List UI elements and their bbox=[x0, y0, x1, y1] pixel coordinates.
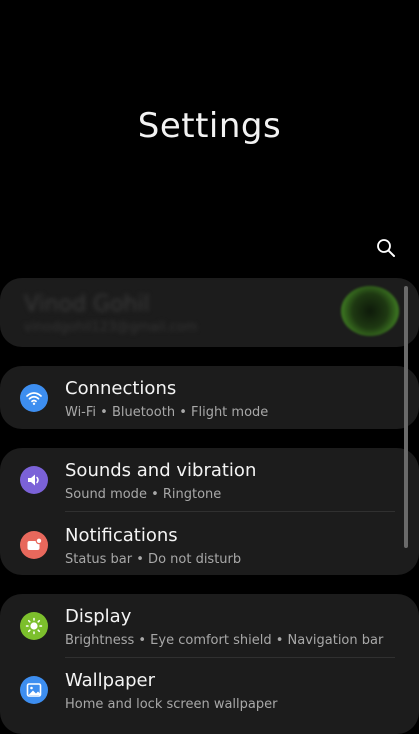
wifi-icon bbox=[20, 384, 48, 412]
search-icon bbox=[377, 239, 395, 257]
settings-item-subtitle: Status bar • Do not disturb bbox=[65, 552, 242, 567]
settings-item-subtitle: Sound mode • Ringtone bbox=[65, 487, 222, 502]
settings-item-sounds[interactable]: Sounds and vibration Sound mode • Ringto… bbox=[0, 448, 419, 510]
scrollbar[interactable] bbox=[404, 286, 408, 548]
settings-item-subtitle: Brightness • Eye comfort shield • Naviga… bbox=[65, 633, 384, 648]
settings-item-title: Display bbox=[65, 606, 132, 627]
settings-item-connections[interactable]: Connections Wi-Fi • Bluetooth • Flight m… bbox=[0, 366, 419, 428]
settings-item-subtitle: Wi-Fi • Bluetooth • Flight mode bbox=[65, 405, 269, 420]
settings-item-subtitle: Home and lock screen wallpaper bbox=[65, 697, 278, 712]
avatar[interactable] bbox=[341, 286, 399, 336]
settings-item-title: Sounds and vibration bbox=[65, 460, 257, 481]
settings-item-notifications[interactable]: Notifications Status bar • Do not distur… bbox=[0, 513, 419, 575]
profile-email: vinodgohil123@gmail.com bbox=[24, 320, 198, 335]
speaker-icon bbox=[20, 466, 48, 494]
wallpaper-icon bbox=[20, 676, 48, 704]
settings-item-wallpaper[interactable]: Wallpaper Home and lock screen wallpaper bbox=[0, 658, 419, 720]
divider bbox=[65, 511, 395, 512]
notification-icon bbox=[20, 531, 48, 559]
profile-name: Vinod Gohil bbox=[24, 292, 150, 317]
settings-item-display[interactable]: Display Brightness • Eye comfort shield … bbox=[0, 594, 419, 656]
settings-item-title: Connections bbox=[65, 378, 177, 399]
search-button[interactable] bbox=[374, 236, 398, 260]
settings-item-title: Notifications bbox=[65, 525, 178, 546]
settings-item-title: Wallpaper bbox=[65, 670, 156, 691]
page-title: Settings bbox=[137, 106, 282, 146]
brightness-icon bbox=[20, 612, 48, 640]
